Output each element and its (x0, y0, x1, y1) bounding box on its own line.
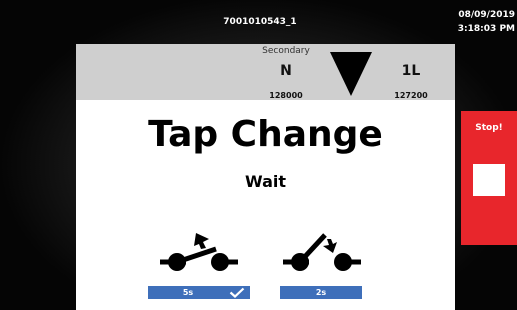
device-id: 7001010543_1 (223, 17, 297, 27)
main-panel: Secondary N 128000 1L 127200 Tap Change … (76, 44, 455, 310)
time-text: 3:18:03 PM (457, 24, 515, 34)
date-text: 08/09/2019 (458, 10, 515, 20)
switch-1-timer: 5s (148, 286, 250, 299)
status-text: Wait (244, 172, 286, 191)
tap-current-value: 128000 (269, 91, 303, 100)
switch-opening-icon (160, 233, 238, 271)
tap-current-position: N (280, 63, 292, 79)
triangle-down-icon (330, 52, 372, 96)
timer-value: 5s (182, 288, 194, 297)
tap-target-position: 1L (401, 63, 421, 79)
switch-2-timer: 2s (280, 286, 362, 299)
screen-frame: 7001010543_1 08/09/2019 3:18:03 PM Secon… (0, 0, 517, 310)
switch-closing-icon (283, 233, 361, 271)
datetime: 08/09/2019 3:18:03 PM (458, 8, 515, 36)
tap-position-bar: Secondary N 128000 1L 127200 (76, 44, 455, 100)
stop-button[interactable]: Stop! (461, 111, 517, 245)
page-title: Tap Change (148, 114, 383, 155)
tap-winding-label: Secondary (262, 46, 310, 56)
stop-button-label: Stop! (475, 123, 503, 133)
tap-target-value: 127200 (394, 91, 428, 100)
stop-icon (473, 164, 505, 196)
checkmark-icon (229, 287, 245, 298)
timer-value: 2s (315, 288, 327, 297)
